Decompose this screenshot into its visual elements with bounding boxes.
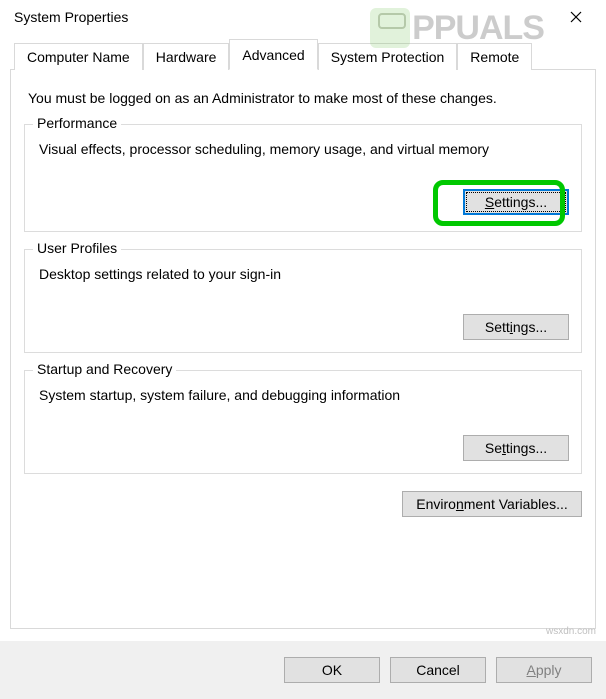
system-properties-window: PPUALS System Properties Computer Name H… (0, 0, 606, 699)
startup-recovery-group: Startup and Recovery System startup, sys… (24, 370, 582, 474)
user-profiles-group: User Profiles Desktop settings related t… (24, 249, 582, 353)
titlebar: System Properties (0, 0, 606, 34)
window-title: System Properties (14, 9, 128, 25)
environment-variables-button[interactable]: Environment Variables... (402, 491, 582, 517)
cancel-button[interactable]: Cancel (390, 657, 486, 683)
dialog-button-bar: OK Cancel Apply (0, 641, 606, 699)
startup-legend: Startup and Recovery (33, 361, 176, 377)
close-button[interactable] (556, 3, 596, 31)
user-profiles-legend: User Profiles (33, 240, 121, 256)
apply-button[interactable]: Apply (496, 657, 592, 683)
tab-advanced[interactable]: Advanced (229, 39, 317, 70)
startup-desc: System startup, system failure, and debu… (39, 387, 569, 403)
ok-button[interactable]: OK (284, 657, 380, 683)
performance-legend: Performance (33, 115, 121, 131)
close-icon (570, 11, 582, 23)
env-variables-row: Environment Variables... (24, 491, 582, 517)
tab-panel-advanced: You must be logged on as an Administrato… (10, 69, 596, 629)
performance-group: Performance Visual effects, processor sc… (24, 124, 582, 232)
user-profiles-desc: Desktop settings related to your sign-in (39, 266, 569, 282)
performance-desc: Visual effects, processor scheduling, me… (39, 141, 569, 157)
tab-remote[interactable]: Remote (457, 43, 532, 70)
user-profiles-settings-button[interactable]: Settings... (463, 314, 569, 340)
intro-text: You must be logged on as an Administrato… (28, 90, 582, 106)
performance-settings-button[interactable]: Settings... (463, 189, 569, 215)
content-area: Computer Name Hardware Advanced System P… (0, 34, 606, 629)
startup-settings-button[interactable]: Settings... (463, 435, 569, 461)
tab-hardware[interactable]: Hardware (143, 43, 230, 70)
tab-strip: Computer Name Hardware Advanced System P… (14, 38, 596, 69)
tab-computer-name[interactable]: Computer Name (14, 43, 143, 70)
tab-system-protection[interactable]: System Protection (318, 43, 458, 70)
